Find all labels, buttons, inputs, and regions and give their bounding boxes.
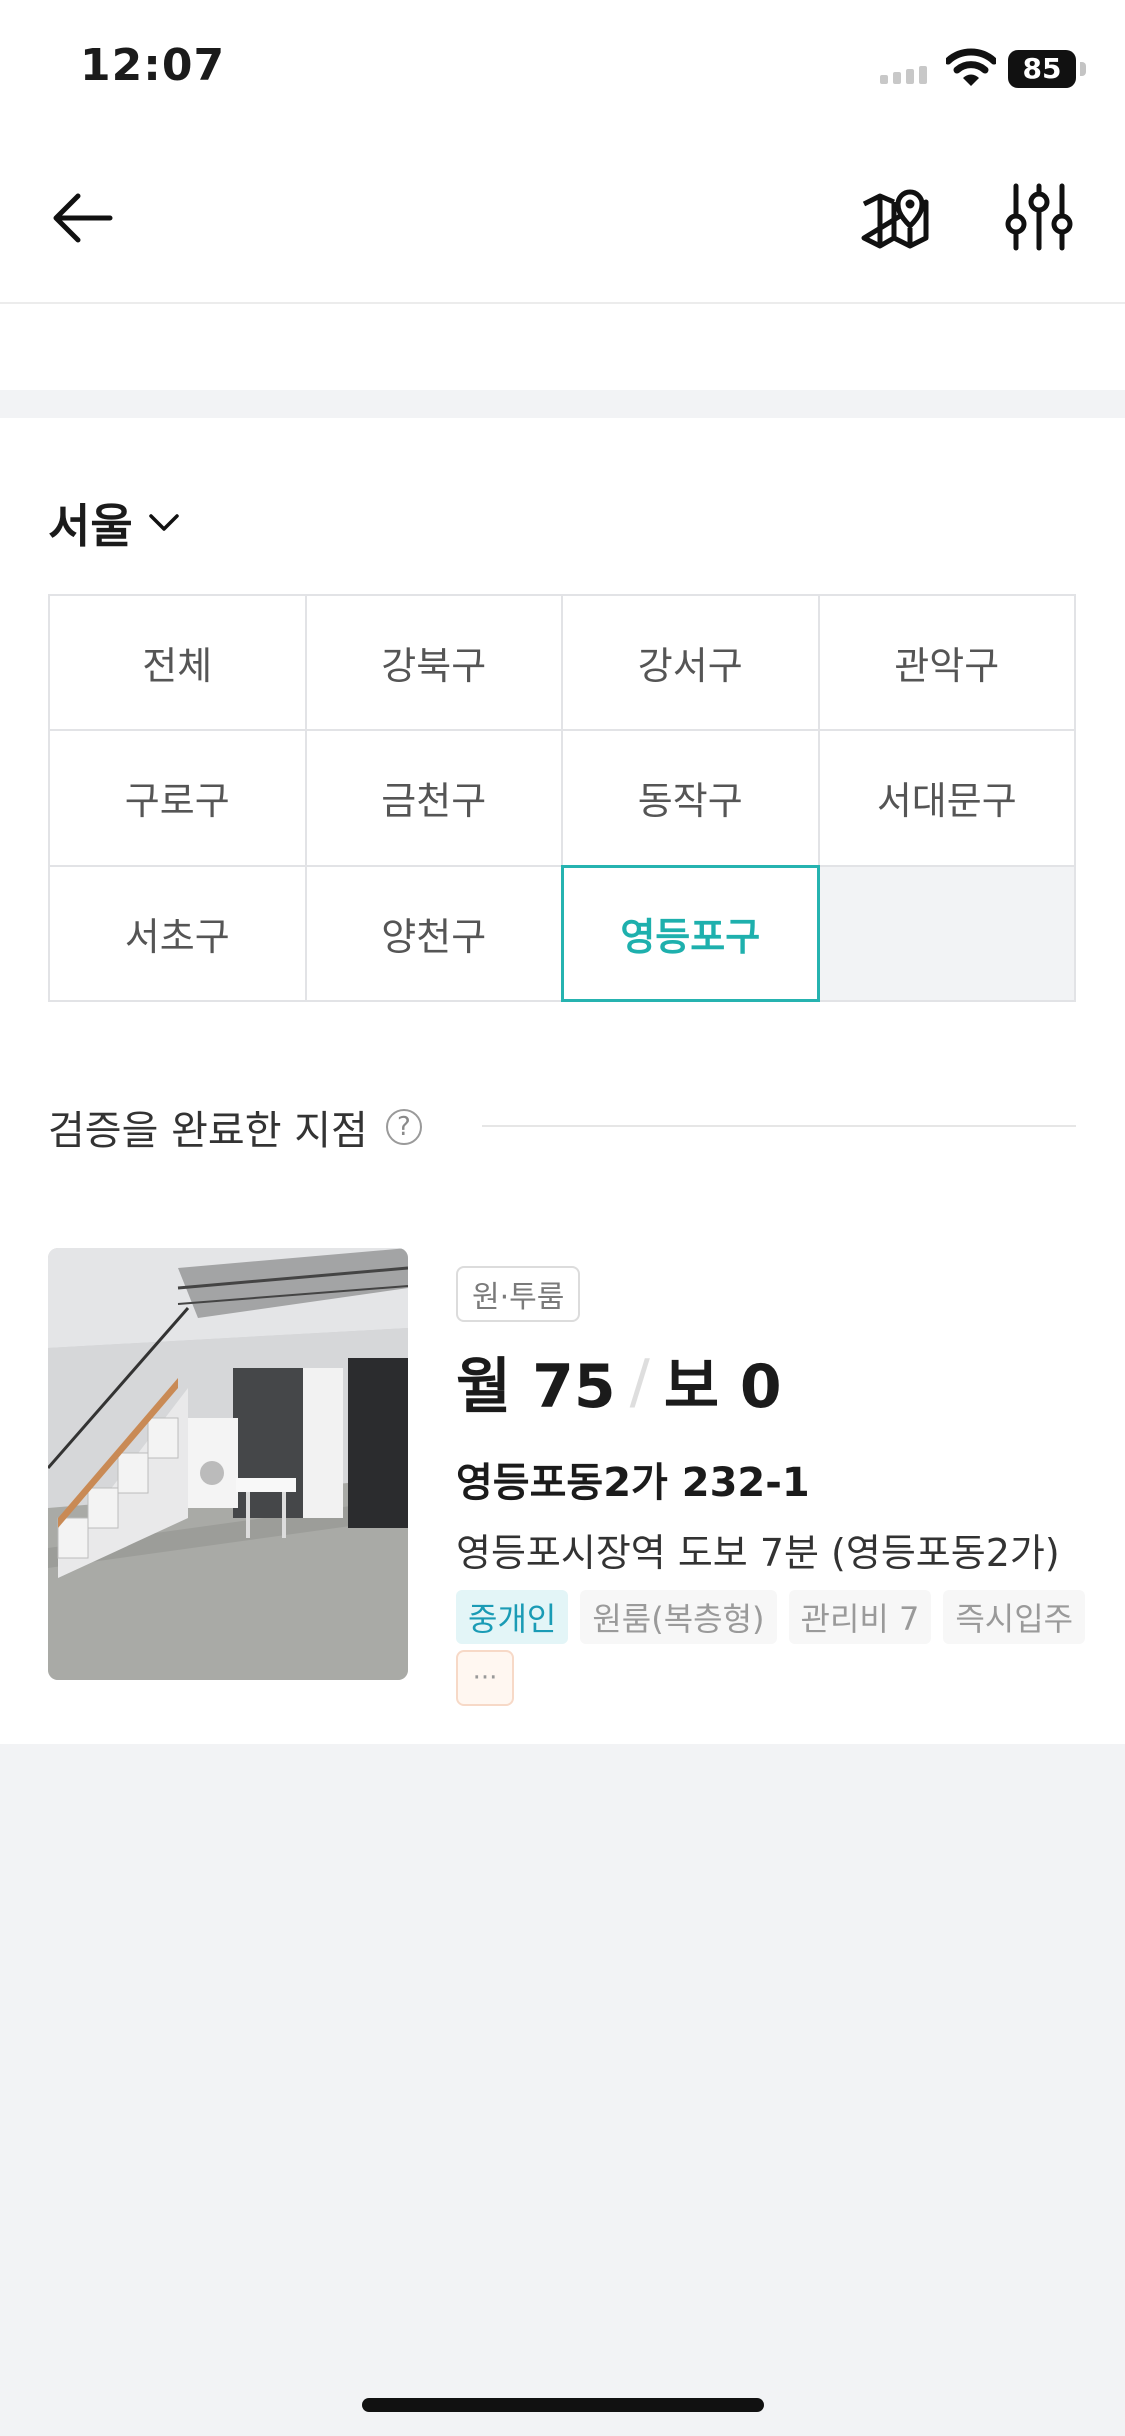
district-cell-empty bbox=[819, 866, 1076, 1002]
chip-maintenance-fee: 관리비 7 bbox=[788, 1590, 932, 1644]
district-cell[interactable]: 서초구 bbox=[50, 866, 307, 1002]
district-cell[interactable]: 강서구 bbox=[563, 596, 820, 732]
chip-room-style: 원룸(복층형) bbox=[580, 1590, 777, 1644]
help-icon[interactable]: ? bbox=[385, 1109, 422, 1145]
home-indicator bbox=[362, 2398, 764, 2412]
listing-photo bbox=[48, 1248, 408, 1680]
region-title-label: 서울 bbox=[48, 499, 133, 553]
monthly-rent: 월 75 bbox=[456, 1352, 616, 1422]
listing-chips: 중개인 원룸(복층형) 관리비 7 즉시입주 bbox=[456, 1590, 1086, 1644]
section-header: 검증을 완료한 지점 ? bbox=[48, 1098, 422, 1156]
battery-nub bbox=[1080, 62, 1086, 76]
listing-price: 월 75 / 보 0 bbox=[456, 1338, 782, 1425]
district-cell[interactable]: 전체 bbox=[50, 596, 307, 732]
more-chips-button[interactable]: ··· bbox=[456, 1650, 514, 1706]
section-divider bbox=[482, 1125, 1076, 1127]
section-title: 검증을 완료한 지점 bbox=[48, 1108, 368, 1154]
listing-description: 영등포시장역 도보 7분 (영등포동2가) bbox=[456, 1531, 1060, 1575]
map-pin-icon[interactable] bbox=[858, 180, 932, 254]
battery-icon: 85 bbox=[1008, 50, 1076, 88]
chevron-down-icon bbox=[148, 514, 179, 531]
district-cell[interactable]: 강북구 bbox=[306, 596, 563, 732]
cellular-signal-icon bbox=[880, 66, 927, 84]
district-cell-selected[interactable]: 영등포구 bbox=[561, 864, 820, 1002]
district-grid: 전체 강북구 강서구 관악구 구로구 금천구 동작구 서대문구 서초구 양천구 … bbox=[48, 594, 1076, 1002]
district-cell[interactable]: 구로구 bbox=[50, 731, 307, 867]
deposit: 보 0 bbox=[663, 1352, 782, 1422]
status-bar: 12:07 85 bbox=[0, 0, 1125, 136]
district-cell[interactable]: 서대문구 bbox=[819, 731, 1076, 867]
listing-address: 영등포동2가 232-1 bbox=[456, 1460, 810, 1506]
region-dropdown[interactable]: 서울 bbox=[48, 490, 181, 556]
chip-broker: 중개인 bbox=[456, 1590, 569, 1644]
district-cell[interactable]: 금천구 bbox=[306, 731, 563, 867]
back-arrow-icon[interactable] bbox=[48, 182, 120, 254]
district-cell[interactable]: 양천구 bbox=[306, 866, 563, 1002]
district-cell[interactable]: 동작구 bbox=[563, 731, 820, 867]
wifi-icon bbox=[946, 48, 996, 86]
room-type-tag: 원·투룸 bbox=[456, 1266, 581, 1322]
price-separator: / bbox=[629, 1346, 650, 1417]
district-cell[interactable]: 관악구 bbox=[819, 596, 1076, 732]
status-time: 12:07 bbox=[80, 40, 226, 91]
nav-bar bbox=[0, 136, 1125, 304]
chip-move-in: 즉시입주 bbox=[943, 1590, 1086, 1644]
filter-sliders-icon[interactable] bbox=[1002, 180, 1076, 254]
